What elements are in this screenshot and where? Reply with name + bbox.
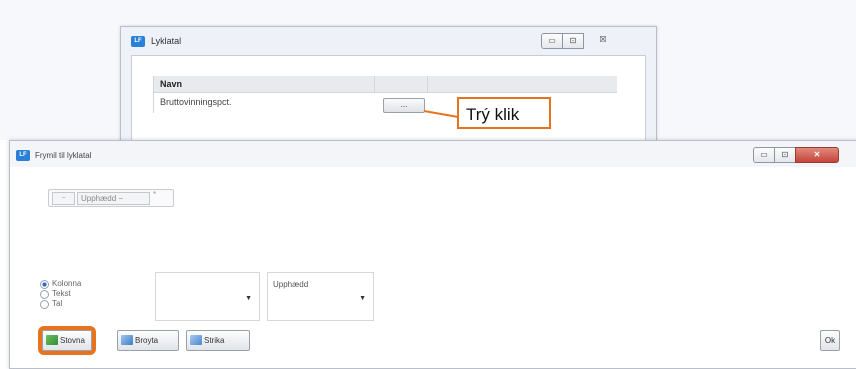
title-bar: LF Lyklatal ▭ ⊡ ☒ [121,27,656,55]
minimize-icon: ▭ [760,150,768,159]
operator-token-2[interactable]: * [153,190,156,199]
close-icon: ☒ [599,35,607,44]
minimize-icon: ▭ [548,36,556,45]
column-header-label: Navn [160,79,183,89]
operator-token[interactable]: − [52,192,75,205]
column-header-2[interactable] [375,76,428,92]
strika-button[interactable]: Strika [186,330,250,351]
maximize-icon: ⊡ [569,36,577,45]
ok-button[interactable]: Ok [820,330,840,351]
dialog-title: Frymil til lyklatal [35,151,92,160]
stovna-button[interactable]: Stovna [38,326,96,355]
formula-dialog: LF Frymil til lyklatal ▭ ⊡ ✕ − Upphædd −… [9,140,856,369]
radio-label: Tal [52,299,63,308]
radio-selected-icon [40,280,49,289]
window-content: Navn Bruttovinningspct. ... [131,55,646,152]
window-title: Lyklatal [151,36,182,46]
close-button[interactable]: ☒ [583,33,623,47]
app-icon: LF [16,150,30,161]
button-label: Broyta [135,336,159,345]
formula-ellipsis-button[interactable]: ... [383,98,425,113]
minimize-button[interactable]: ▭ [753,147,775,163]
close-icon: ✕ [813,150,821,159]
maximize-icon: ⊡ [781,150,789,159]
edit-icon [121,335,133,345]
operator-select[interactable]: ▼ [155,272,260,321]
button-label: Stovna [60,336,85,345]
row-name-cell: Bruttovinningspct. [160,97,232,107]
delete-icon [190,335,202,345]
column-header-navn[interactable]: Navn [154,76,375,92]
radio-label: Tekst [52,289,71,298]
maximize-button[interactable]: ⊡ [562,33,584,49]
formula-expression[interactable]: − Upphædd − * [48,189,174,207]
maximize-button[interactable]: ⊡ [774,147,796,163]
add-icon [46,335,58,345]
chevron-down-icon: ▼ [245,295,252,302]
chevron-down-icon: ▼ [359,295,366,302]
broyta-button[interactable]: Broyta [117,330,179,351]
app-icon: LF [131,36,145,47]
radio-label: Kolonna [52,279,82,288]
selected-column: Upphædd [273,280,309,289]
column-token[interactable]: Upphædd − [77,192,150,205]
button-label: Strika [204,336,225,345]
grid-header: Navn [154,76,617,93]
radio-unselected-icon [40,290,49,299]
dialog-title-bar: LF Frymil til lyklatal ▭ ⊡ ✕ [10,141,856,167]
lyklatal-window: LF Lyklatal ▭ ⊡ ☒ Navn Bruttovinningspct… [120,26,657,153]
callout-label: Trý klik [457,97,551,129]
radio-unselected-icon [40,300,49,309]
close-button[interactable]: ✕ [795,147,839,163]
column-select[interactable]: Upphædd ▼ [267,272,374,321]
minimize-button[interactable]: ▭ [541,33,563,49]
